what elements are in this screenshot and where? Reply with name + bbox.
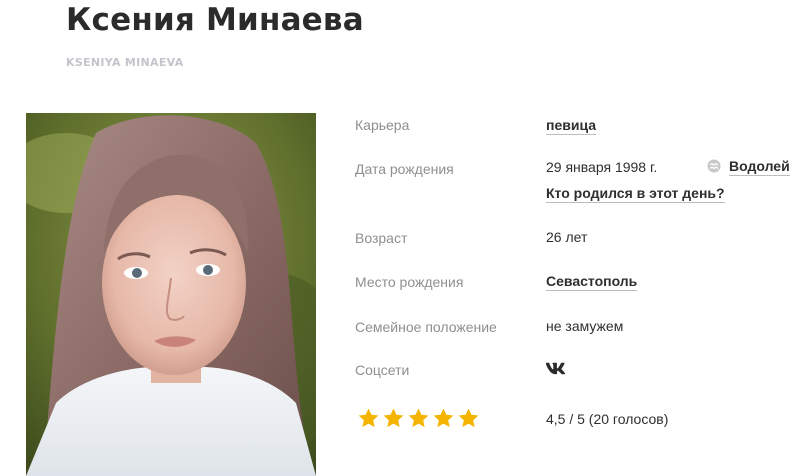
rating-stars[interactable] (357, 407, 480, 430)
name-transliteration: KSENIYA MINAEVA (66, 56, 184, 69)
profile-photo (26, 113, 316, 476)
star-icon[interactable] (457, 407, 480, 430)
age-label: Возраст (355, 230, 408, 246)
star-icon[interactable] (357, 407, 380, 430)
star-icon[interactable] (432, 407, 455, 430)
marital-status-label: Семейное положение (355, 319, 497, 335)
birth-place-value: Севастополь (546, 273, 638, 291)
career-label: Карьера (355, 117, 410, 133)
birth-place-label: Место рождения (355, 274, 464, 290)
birth-date-value: 29 января 1998 г. (546, 159, 658, 175)
aquarius-icon (707, 159, 721, 173)
social-label: Соцсети (355, 362, 410, 378)
zodiac-link[interactable]: Водолей (729, 158, 790, 176)
marital-status-value: не замужем (546, 318, 624, 334)
page-title: Ксения Минаева (66, 2, 364, 38)
birth-date-label: Дата рождения (355, 161, 454, 177)
rating-text: 4,5 / 5 (20 голосов) (546, 411, 669, 427)
born-this-day-link[interactable]: Кто родился в этот день? (546, 185, 725, 203)
zodiac-sign: Водолей (707, 158, 790, 176)
birthday-search: Кто родился в этот день? (546, 185, 725, 203)
career-value: певица (546, 117, 597, 135)
vk-icon[interactable] (546, 362, 566, 376)
birth-place-link[interactable]: Севастополь (546, 273, 638, 291)
career-link[interactable]: певица (546, 117, 597, 135)
age-value: 26 лет (546, 229, 588, 245)
star-icon[interactable] (382, 407, 405, 430)
star-icon[interactable] (407, 407, 430, 430)
